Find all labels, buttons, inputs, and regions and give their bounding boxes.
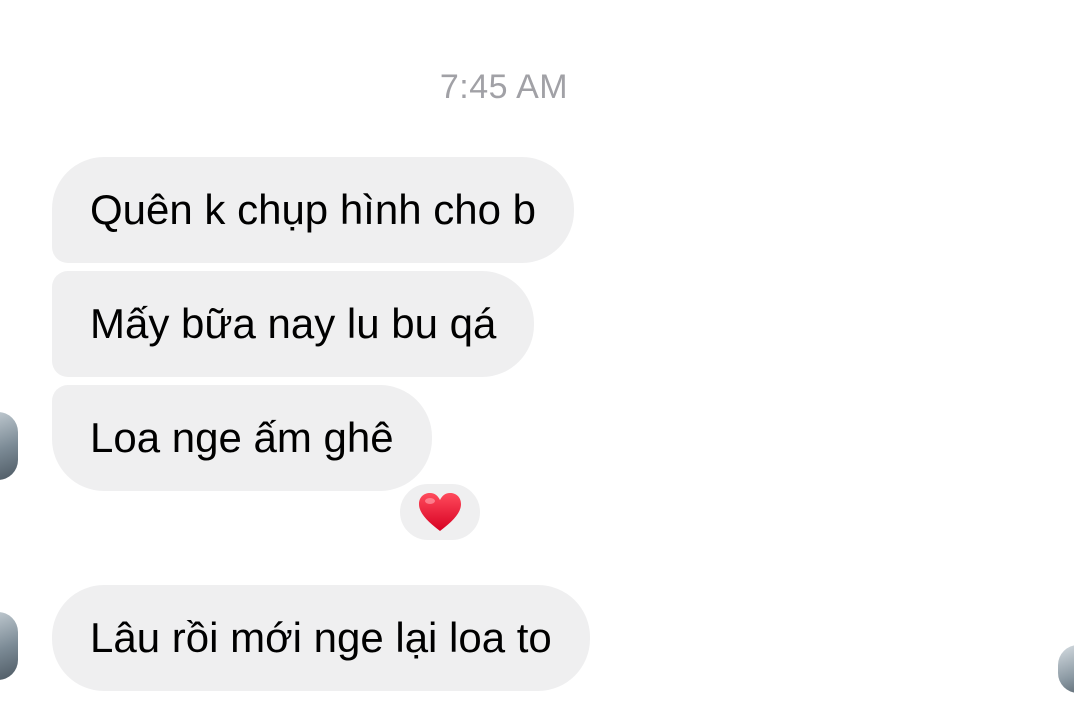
message-timestamp: 7:45 AM [439, 68, 569, 106]
sender-avatar[interactable] [0, 612, 18, 680]
message-reaction[interactable] [397, 481, 483, 543]
message-text: Loa nge ấm ghê [90, 414, 394, 461]
message-bubble[interactable]: Mấy bữa nay lu bu qá [52, 271, 535, 377]
message-bubble[interactable]: Lâu rồi mới nge lại loa to [52, 585, 590, 691]
read-receipt-avatar [1058, 645, 1074, 693]
chat-thread: 7:45 AM Quên k chụp hình cho b Mấy bữa n… [0, 0, 1074, 717]
heart-icon [419, 493, 461, 531]
message-bubble[interactable]: Quên k chụp hình cho b [52, 157, 574, 263]
message-text: Lâu rồi mới nge lại loa to [90, 614, 552, 661]
message-text: Quên k chụp hình cho b [90, 186, 536, 233]
sender-avatar[interactable] [0, 412, 18, 480]
message-text: Mấy bữa nay lu bu qá [90, 300, 497, 347]
message-bubble[interactable]: Loa nge ấm ghê [52, 385, 432, 491]
